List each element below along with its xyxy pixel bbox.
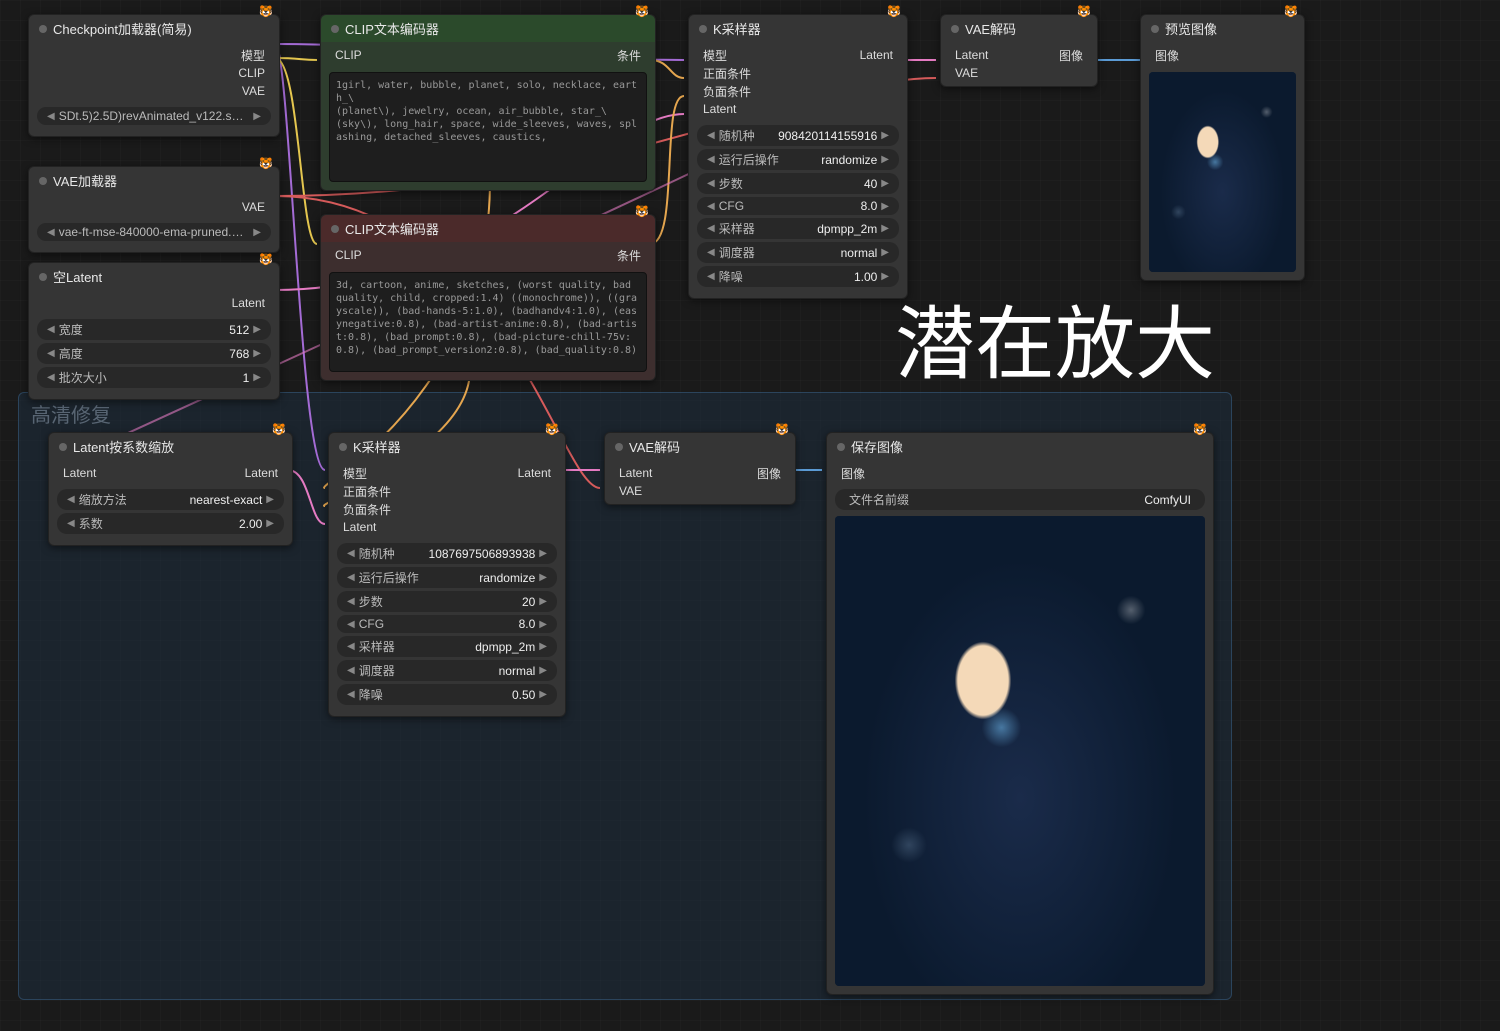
scheduler-select[interactable]: ◀调度器normal▶ [337,660,557,681]
cat-icon: 🐯 [1193,423,1207,436]
output-label: VAE [242,200,265,214]
output-label: CLIP [238,66,265,80]
seed-input[interactable]: ◀随机种908420114155916▶ [697,125,899,146]
node-clip-encode-positive[interactable]: 🐯 CLIP文本编码器 CLIP 条件 1girl, water, bubble… [320,14,656,191]
prompt-textarea[interactable]: 1girl, water, bubble, planet, solo, neck… [329,72,647,182]
node-vae-decode-1[interactable]: 🐯 VAE解码 Latent图像 VAE [940,14,1098,87]
output-label: 模型 [241,47,265,64]
node-ksampler-2[interactable]: 🐯 K采样器 模型Latent 正面条件 负面条件 Latent ◀随机种108… [328,432,566,717]
height-input[interactable]: ◀高度768▶ [37,343,271,364]
output-label: VAE [242,84,265,98]
cat-icon: 🐯 [259,157,273,170]
node-title[interactable]: 空Latent [29,263,279,290]
cat-icon: 🐯 [1284,5,1298,18]
after-generate-select[interactable]: ◀运行后操作randomize▶ [697,149,899,170]
node-title[interactable]: Latent按系数缩放 [49,433,292,460]
output-label: Latent [232,296,265,310]
cat-icon: 🐯 [775,423,789,436]
input-label: CLIP [335,48,362,62]
steps-input[interactable]: ◀步数40▶ [697,173,899,194]
output-label: 条件 [617,47,641,64]
cat-icon: 🐯 [887,5,901,18]
node-title[interactable]: Checkpoint加载器(简易) [29,15,279,42]
cfg-input[interactable]: ◀CFG8.0▶ [337,615,557,633]
node-empty-latent[interactable]: 🐯 空Latent Latent ◀宽度512▶ ◀高度768▶ ◀批次大小1▶ [28,262,280,400]
node-checkpoint-loader[interactable]: 🐯 Checkpoint加载器(简易) 模型 CLIP VAE ◀SDt.5)2… [28,14,280,137]
upscale-method-select[interactable]: ◀缩放方法nearest-exact▶ [57,489,284,510]
cat-icon: 🐯 [1077,5,1091,18]
denoise-input[interactable]: ◀降噪1.00▶ [697,266,899,287]
node-vae-decode-2[interactable]: 🐯 VAE解码 Latent图像 VAE [604,432,796,505]
vae-selector[interactable]: ◀vae-ft-mse-840000-ema-pruned.safetensor… [37,223,271,241]
steps-input[interactable]: ◀步数20▶ [337,591,557,612]
denoise-input[interactable]: ◀降噪0.50▶ [337,684,557,705]
node-title[interactable]: VAE加载器 [29,167,279,194]
node-preview-image[interactable]: 🐯 预览图像 图像 [1140,14,1305,281]
sampler-select[interactable]: ◀采样器dpmpp_2m▶ [337,636,557,657]
cat-icon: 🐯 [259,5,273,18]
node-clip-encode-negative[interactable]: 🐯 CLIP文本编码器 CLIP 条件 3d, cartoon, anime, … [320,214,656,381]
cat-icon: 🐯 [635,205,649,218]
node-title[interactable]: CLIP文本编码器 [321,215,655,242]
save-image-preview[interactable] [835,516,1205,986]
node-save-image[interactable]: 🐯 保存图像 图像 文件名前缀ComfyUI [826,432,1214,995]
width-input[interactable]: ◀宽度512▶ [37,319,271,340]
checkpoint-selector[interactable]: ◀SDt.5)2.5D)revAnimated_v122.safetensors… [37,107,271,125]
batch-input[interactable]: ◀批次大小1▶ [37,367,271,388]
cat-icon: 🐯 [545,423,559,436]
node-title[interactable]: VAE解码 [605,433,795,460]
cat-icon: 🐯 [272,423,286,436]
prompt-textarea[interactable]: 3d, cartoon, anime, sketches, (worst qua… [329,272,647,372]
scheduler-select[interactable]: ◀调度器normal▶ [697,242,899,263]
sampler-select[interactable]: ◀采样器dpmpp_2m▶ [697,218,899,239]
node-title[interactable]: 预览图像 [1141,15,1304,42]
cfg-input[interactable]: ◀CFG8.0▶ [697,197,899,215]
scale-factor-input[interactable]: ◀系数2.00▶ [57,513,284,534]
input-label: CLIP [335,248,362,262]
node-title[interactable]: VAE解码 [941,15,1097,42]
node-title[interactable]: 保存图像 [827,433,1213,460]
filename-prefix-input[interactable]: 文件名前缀ComfyUI [835,489,1205,510]
cat-icon: 🐯 [635,5,649,18]
preview-image[interactable] [1149,72,1296,272]
output-label: 条件 [617,247,641,264]
node-title[interactable]: K采样器 [329,433,565,460]
canvas-text-label: 潜在放大 [895,280,1215,396]
node-latent-upscale-by[interactable]: 🐯 Latent按系数缩放 LatentLatent ◀缩放方法nearest-… [48,432,293,546]
node-title[interactable]: K采样器 [689,15,907,42]
node-ksampler-1[interactable]: 🐯 K采样器 模型Latent 正面条件 负面条件 Latent ◀随机种908… [688,14,908,299]
node-vae-loader[interactable]: 🐯 VAE加载器 VAE ◀vae-ft-mse-840000-ema-prun… [28,166,280,253]
node-title[interactable]: CLIP文本编码器 [321,15,655,42]
after-generate-select[interactable]: ◀运行后操作randomize▶ [337,567,557,588]
cat-icon: 🐯 [259,253,273,266]
seed-input[interactable]: ◀随机种1087697506893938▶ [337,543,557,564]
